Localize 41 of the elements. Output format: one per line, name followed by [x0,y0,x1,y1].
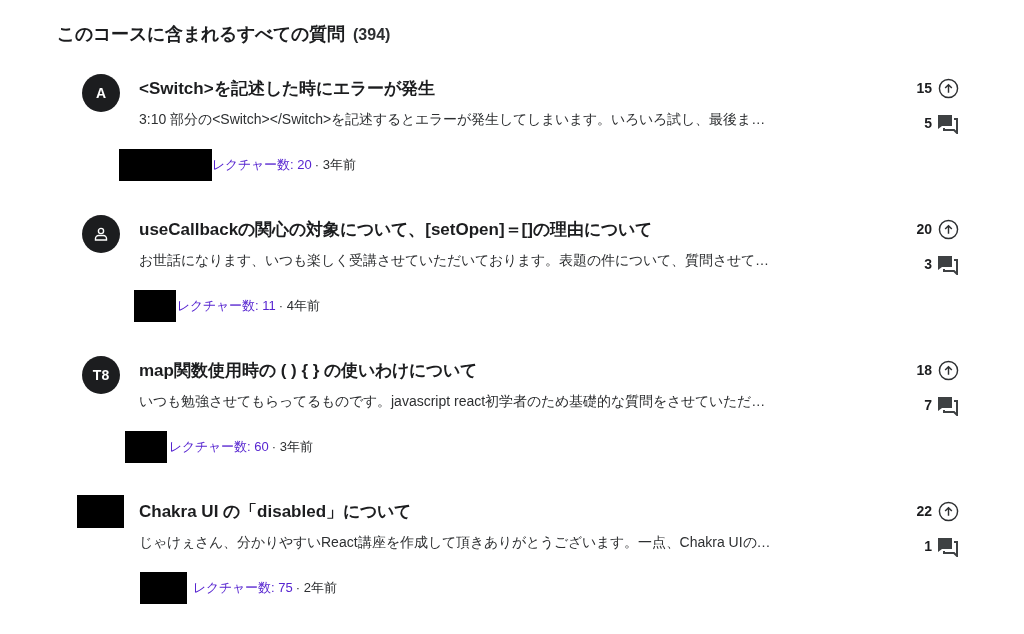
posted-time: · 2年前 [295,579,337,598]
upvote-icon[interactable] [938,219,959,240]
upvote-count: 20 [916,220,932,239]
redaction-block [77,495,124,528]
question-title[interactable]: Chakra UI の「disabled」について [139,502,879,522]
question-excerpt: お世話になります、いつも楽しく受講させていただいております。表題の件について、質問させて… [139,251,770,270]
redaction-block [140,572,187,604]
comments-icon[interactable] [938,395,959,416]
question-excerpt: じゃけぇさん、分かりやすいReact講座を作成して頂きありがとうございます。一点、Chakra UIの… [139,533,772,552]
upvote-icon[interactable] [938,78,959,99]
question-excerpt: いつも勉強させてもらってるものです。javascript react初学者のため基礎的な質問をさせていただ… [139,392,767,411]
question-title[interactable]: map関数使用時の ( ) { } の使いわけについて [139,361,879,381]
question-count: (394) [353,25,391,45]
avatar: A [82,74,120,112]
lecture-link[interactable]: レクチャー数: 11 [177,296,276,316]
person-icon [94,227,108,241]
lecture-link[interactable]: レクチャー数: 60 [169,437,269,457]
reply-count: 7 [924,396,932,415]
upvote-count: 22 [916,502,932,521]
upvote-icon[interactable] [938,360,959,381]
lecture-link[interactable]: レクチャー数: 20 [212,155,312,175]
question-excerpt: 3:10 部分の<Switch></Switch>を記述するとエラーが発生してしまいます。いろいろ試し、最後ま… [139,110,767,129]
question-title[interactable]: useCallbackの関心の対象について、[setOpen]＝[]の理由について [139,220,879,240]
upvote-count: 18 [916,361,932,380]
question-title[interactable]: <Switch>を記述した時にエラーが発生 [139,79,879,99]
posted-time: · 3年前 [314,156,356,175]
comments-icon[interactable] [938,536,959,557]
redaction-block [125,431,167,463]
upvote-count: 15 [916,79,932,98]
reply-count: 1 [924,537,932,556]
lecture-link[interactable]: レクチャー数: 75 [193,578,293,598]
upvote-icon[interactable] [938,501,959,522]
reply-count: 5 [924,114,932,133]
avatar: T8 [82,356,120,394]
section-heading: このコースに含まれるすべての質問 [57,23,345,46]
comments-icon[interactable] [938,254,959,275]
posted-time: · 3年前 [271,438,313,457]
posted-time: · 4年前 [278,297,320,316]
reply-count: 3 [924,255,932,274]
redaction-block [134,290,176,322]
comments-icon[interactable] [938,113,959,134]
